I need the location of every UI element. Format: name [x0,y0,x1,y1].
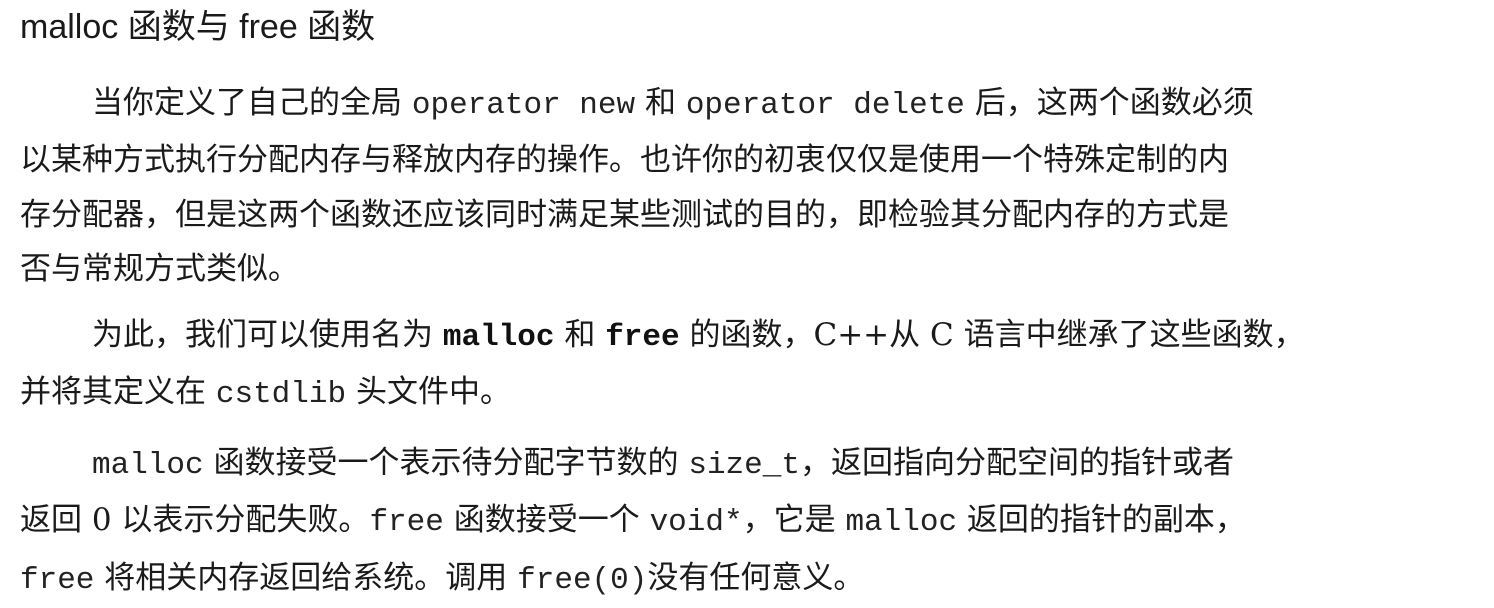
code-size-t: size_t [688,448,800,483]
text-line: free 将相关内存返回给系统。调用 free(0)没有任何意义。 [20,559,865,598]
document-page: malloc 函数与 free 函数 当你定义了自己的全局 operator n… [0,0,1494,604]
code-cstdlib: cstdlib [215,377,347,413]
text-line: 存分配器，但是这两个函数还应该同时满足某些测试的目的，即检验其分配内存的方式是 [20,196,1229,233]
text-line: 当你定义了自己的全局 operator new 和 operator delet… [92,85,1254,123]
text-line: 并将其定义在 cstdlib 头文件中。 [20,374,511,413]
paragraph-malloc-free-details: malloc 函数接受一个表示待分配字节数的 size_t，返回指向分配空间的指… [20,436,1460,608]
code-free: free [605,320,680,355]
code-free: free [369,505,444,541]
paragraph-malloc-free-intro: 为此，我们可以使用名为 malloc 和 free 的函数，C++从 C 语言中… [20,308,1460,423]
text-line: 为此，我们可以使用名为 malloc 和 free 的函数，C++从 C 语言中… [92,317,1305,355]
text-line: 返回 0 以表示分配失败。free 函数接受一个 void*，它是 malloc… [20,502,1246,541]
code-operator-new: operator new [411,88,636,123]
text-line: 以某种方式执行分配内存与释放内存的操作。也许你的初衷仅仅是使用一个特殊定制的内 [20,142,1229,179]
section-heading: malloc 函数与 free 函数 [20,8,376,46]
code-malloc: malloc [92,448,204,483]
code-free: free [20,562,95,598]
text-line: malloc 函数接受一个表示待分配字节数的 size_t，返回指向分配空间的指… [92,445,1234,483]
paragraph-operator-new-delete: 当你定义了自己的全局 operator new 和 operator delet… [20,76,1460,296]
code-free-zero: free(0) [517,562,648,598]
code-malloc: malloc [845,505,958,541]
text-line: 否与常规方式类似。 [20,250,299,287]
code-void-pointer: void* [649,505,743,541]
code-operator-delete: operator delete [685,88,965,123]
code-malloc: malloc [442,320,555,355]
